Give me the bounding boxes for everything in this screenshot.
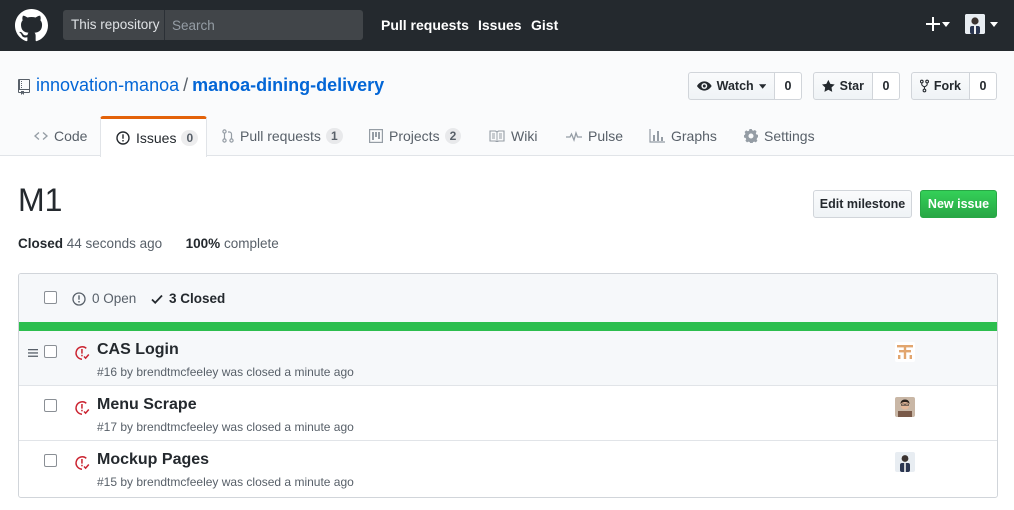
open-issues-filter[interactable]: 0 Open (72, 291, 136, 306)
milestone-meta: Closed 44 seconds ago 100% complete (18, 236, 279, 251)
tab-label: Projects (389, 128, 440, 144)
issue-closed-icon (75, 346, 90, 360)
tab-graphs[interactable]: Graphs (649, 116, 717, 156)
nav-gist[interactable]: Gist (531, 17, 558, 33)
new-issue-button[interactable]: New issue (920, 190, 997, 218)
tab-label: Settings (764, 128, 815, 144)
tab-settings[interactable]: Settings (744, 116, 815, 156)
tab-label: Wiki (511, 128, 538, 144)
pulse-icon (566, 130, 582, 142)
milestone-progress-bar (19, 322, 997, 331)
create-new-menu[interactable] (924, 13, 952, 37)
star-group: Star 0 (813, 72, 900, 100)
search-box: This repository (63, 10, 363, 40)
search-scope-label: This repository (63, 10, 165, 40)
tab-projects[interactable]: Projects 2 (369, 116, 462, 156)
check-icon (151, 294, 163, 304)
avatar[interactable] (895, 452, 915, 472)
watch-count[interactable]: 0 (775, 72, 802, 100)
issue-meta: #16 by brendtmcfeeley was closed a minut… (97, 365, 354, 379)
search-input[interactable] (166, 10, 363, 40)
edit-milestone-button[interactable]: Edit milestone (813, 190, 912, 218)
watch-group: Watch 0 (688, 72, 802, 100)
user-menu[interactable] (965, 14, 1001, 36)
issue-title-link[interactable]: Menu Scrape (97, 396, 197, 414)
tab-code[interactable]: Code (34, 116, 87, 156)
issue-row[interactable]: CAS Login #16 by brendtmcfeeley was clos… (19, 331, 997, 386)
projects-counter: 2 (444, 128, 462, 144)
book-icon (489, 130, 505, 142)
milestone-percent: 100% (185, 236, 221, 251)
issue-row[interactable]: Mockup Pages #15 by brendtmcfeeley was c… (19, 441, 997, 496)
milestone-complete-label: complete (223, 236, 279, 251)
gear-icon (744, 129, 758, 143)
project-icon (369, 129, 383, 143)
tab-label: Issues (136, 130, 177, 146)
open-count-label: 0 Open (92, 291, 137, 306)
issue-title-link[interactable]: CAS Login (97, 341, 179, 359)
closed-count-label: 3 Closed (169, 291, 226, 306)
fork-group: Fork 0 (911, 72, 997, 100)
milestone-title: M1 (18, 182, 63, 218)
issue-opened-icon (116, 131, 130, 145)
tab-wiki[interactable]: Wiki (489, 116, 537, 156)
tab-issues[interactable]: Issues 0 (100, 116, 207, 157)
star-count[interactable]: 0 (873, 72, 900, 100)
git-pull-request-icon (222, 129, 234, 143)
nav-pull-requests[interactable]: Pull requests (381, 17, 469, 33)
tab-label: Pull requests (240, 128, 321, 144)
nav-issues[interactable]: Issues (478, 17, 522, 33)
drag-handle-icon[interactable] (28, 348, 38, 358)
eye-icon (697, 81, 712, 91)
fork-label: Fork (933, 79, 961, 93)
issue-row[interactable]: Menu Scrape #17 by brendtmcfeeley was cl… (19, 386, 997, 441)
issues-box-header: 0 Open 3 Closed (19, 274, 997, 322)
pull-requests-counter: 1 (325, 128, 343, 144)
avatar[interactable] (895, 397, 915, 417)
fork-icon (920, 79, 929, 93)
milestone-status: Closed (18, 236, 64, 251)
plus-icon (926, 17, 940, 31)
issue-title-link[interactable]: Mockup Pages (97, 451, 209, 469)
issue-closed-icon (75, 401, 90, 415)
milestone-issues-box: 0 Open 3 Closed CAS Login #16 by brendtm… (18, 273, 998, 498)
watch-button[interactable]: Watch (688, 72, 775, 100)
tab-pull-requests[interactable]: Pull requests 1 (222, 116, 343, 156)
star-icon (822, 79, 835, 92)
code-icon (34, 132, 48, 140)
issue-checkbox[interactable] (44, 345, 57, 358)
star-label: Star (839, 79, 864, 93)
issue-meta: #17 by brendtmcfeeley was closed a minut… (97, 420, 354, 434)
closed-issues-filter[interactable]: 3 Closed (151, 291, 225, 306)
caret-down-icon (942, 22, 950, 27)
select-all-checkbox[interactable] (44, 291, 57, 304)
issue-opened-icon (72, 291, 86, 306)
avatar (965, 14, 985, 34)
github-logo-icon[interactable] (15, 9, 48, 42)
watch-label: Watch (716, 79, 754, 93)
milestone-closed-ago: 44 seconds ago (66, 236, 163, 251)
caret-down-icon (758, 83, 766, 89)
issues-counter: 0 (181, 130, 199, 146)
caret-down-icon (990, 22, 998, 27)
issue-meta: #15 by brendtmcfeeley was closed a minut… (97, 475, 354, 489)
tab-label: Graphs (671, 128, 717, 144)
issue-checkbox[interactable] (44, 454, 57, 467)
avatar[interactable] (895, 342, 915, 362)
repo-name-link[interactable]: manoa-dining-delivery (192, 75, 384, 95)
graph-icon (649, 129, 665, 143)
fork-count[interactable]: 0 (970, 72, 997, 100)
tab-label: Pulse (588, 128, 624, 144)
repo-title: innovation-manoa / manoa-dining-delivery (36, 75, 384, 96)
issue-closed-icon (75, 456, 90, 470)
issue-checkbox[interactable] (44, 399, 57, 412)
repo-owner-link[interactable]: innovation-manoa (36, 75, 179, 95)
tab-pulse[interactable]: Pulse (566, 116, 623, 156)
star-button[interactable]: Star (813, 72, 873, 100)
global-header: This repository Pull requests Issues Gis… (0, 0, 1014, 51)
tab-label: Code (54, 128, 88, 144)
fork-button[interactable]: Fork (911, 72, 970, 100)
repo-title-separator: / (183, 75, 189, 95)
repo-icon (18, 79, 30, 95)
